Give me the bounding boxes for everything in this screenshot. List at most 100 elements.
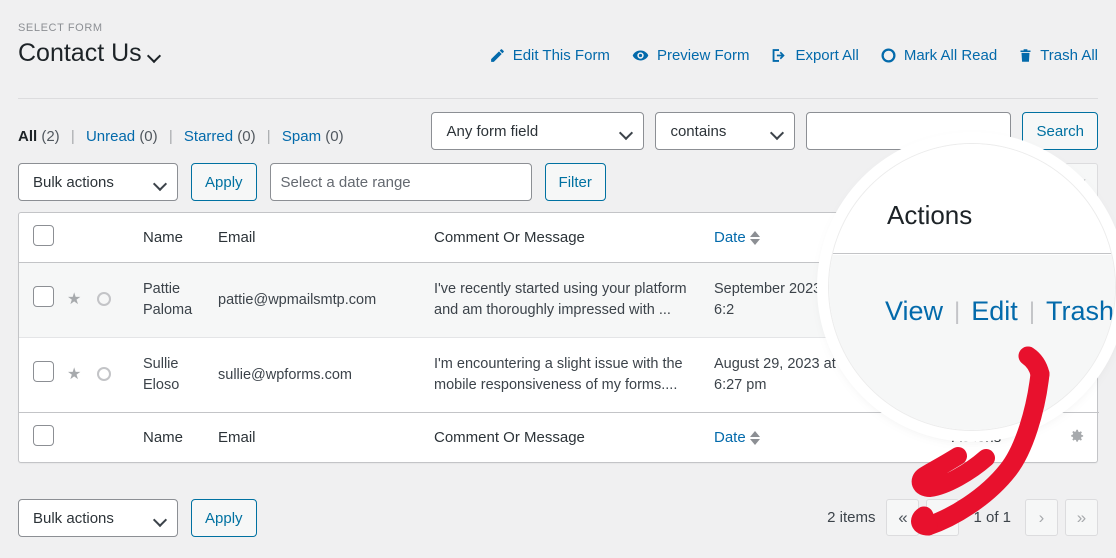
star-icon[interactable]: ★ (67, 291, 81, 308)
row-action-links: View | Edit | Trash (885, 296, 1114, 327)
bulk-actions-row-top: Bulk actions Apply Filter (18, 163, 606, 201)
last-page-button[interactable]: » (1065, 499, 1098, 536)
first-page-button[interactable]: « (886, 499, 920, 536)
name-header: Name (143, 229, 184, 246)
trash-all-label: Trash All (1040, 46, 1098, 64)
date-header-label: Date (714, 229, 746, 246)
select-all-header (19, 213, 67, 263)
unread-circle-icon[interactable] (97, 367, 112, 382)
select-all-footer (19, 413, 67, 463)
bulk-actions-row-bottom: Bulk actions Apply (18, 499, 257, 537)
magnifier-row-area (829, 255, 1115, 430)
magnifier-header-band (829, 144, 1115, 254)
flags-footer (67, 413, 143, 463)
pencil-icon (489, 47, 506, 64)
select-all-checkbox[interactable] (33, 225, 54, 246)
form-selector[interactable]: Contact Us (18, 39, 160, 68)
export-all-label: Export All (795, 46, 859, 64)
row-flags-cell: ★ (67, 263, 143, 338)
mark-all-read-label: Mark All Read (903, 46, 998, 64)
row-checkbox[interactable] (33, 286, 54, 307)
select-form-label: SELECT FORM (18, 22, 103, 34)
status-link-all[interactable]: All (2) (18, 128, 60, 145)
pagination-bottom: 2 items « ‹ 1 of 1 › » (827, 499, 1098, 536)
name-footer: Name (143, 429, 184, 447)
email-header: Email (218, 229, 256, 246)
eye-icon (631, 47, 650, 64)
search-operator-select[interactable]: contains (655, 112, 796, 150)
mark-all-read-link[interactable]: Mark All Read (880, 47, 997, 64)
status-link-starred[interactable]: Starred (0) (184, 128, 256, 145)
magnifier-actions-header: Actions (887, 200, 973, 230)
trash-link[interactable]: Trash (1046, 296, 1114, 327)
row-email: sullie@wpforms.com (218, 366, 352, 383)
status-separator-1: | (70, 128, 75, 145)
row-name: Sullie Eloso (143, 356, 180, 394)
search-operator-value: contains (670, 122, 727, 140)
bulk-actions-select-top[interactable]: Bulk actions (18, 163, 178, 201)
status-filter-links: All (2) | Unread (0) | Starred (0) | Spa… (18, 128, 344, 145)
row-checkbox[interactable] (33, 361, 54, 383)
trash-all-link[interactable]: Trash All (1018, 47, 1098, 64)
search-field-value: Any form field (446, 122, 539, 140)
action-separator-1: | (954, 297, 961, 325)
actions-footer-label: Actions (951, 429, 1002, 447)
action-separator-2: | (1028, 297, 1036, 325)
gear-icon[interactable] (1070, 428, 1085, 447)
magnifier-callout: Actions View | Edit | Trash (828, 143, 1116, 431)
sort-arrows-icon (749, 430, 760, 445)
row-select-cell (19, 263, 67, 338)
star-icon[interactable]: ★ (67, 366, 81, 383)
edit-this-form-link[interactable]: Edit This Form (489, 47, 610, 64)
status-separator-3: | (266, 128, 271, 145)
bulk-actions-value: Bulk actions (33, 173, 114, 191)
email-footer: Email (218, 429, 256, 447)
unread-circle-icon[interactable] (97, 292, 112, 307)
preview-form-label: Preview Form (656, 46, 750, 64)
row-message: I've recently started using your platfor… (434, 281, 687, 319)
chevron-down-icon (771, 128, 782, 135)
page-indicator: 1 of 1 (973, 509, 1011, 526)
export-icon (770, 47, 788, 64)
header-actions: Edit This Form Preview Form Export All M… (489, 47, 1098, 68)
message-header: Comment Or Message (434, 229, 585, 246)
chevron-down-icon (620, 128, 631, 135)
status-separator-2: | (168, 128, 173, 145)
magnifier-content: Actions View | Edit | Trash (829, 144, 1115, 430)
prev-page-button[interactable]: ‹ (926, 499, 960, 536)
chevron-down-icon (154, 515, 165, 522)
edit-this-form-label: Edit This Form (512, 46, 610, 64)
items-count-bottom: 2 items (827, 509, 876, 526)
message-footer: Comment Or Message (434, 429, 585, 447)
apply-button-top[interactable]: Apply (191, 163, 257, 201)
view-link[interactable]: View (885, 296, 943, 327)
status-link-unread[interactable]: Unread (0) (86, 128, 158, 145)
status-link-spam[interactable]: Spam (0) (282, 128, 344, 145)
edit-link[interactable]: Edit (971, 296, 1018, 327)
sort-arrows-icon (749, 230, 760, 245)
row-select-cell (19, 338, 67, 413)
date-range-input[interactable] (269, 163, 532, 201)
flags-header (67, 213, 143, 263)
search-field-select[interactable]: Any form field (431, 112, 645, 150)
header-divider (18, 98, 1098, 99)
filter-button[interactable]: Filter (544, 163, 606, 201)
date-footer-label: Date (714, 429, 746, 447)
trash-icon (1018, 47, 1033, 64)
circle-icon (880, 47, 897, 64)
preview-form-link[interactable]: Preview Form (631, 46, 750, 64)
bulk-actions-value-bottom: Bulk actions (33, 509, 114, 527)
page-title: Contact Us (18, 39, 142, 67)
apply-button-bottom[interactable]: Apply (191, 499, 257, 537)
export-all-link[interactable]: Export All (770, 46, 859, 64)
row-flags-cell: ★ (67, 338, 143, 413)
row-email: pattie@wpmailsmtp.com (218, 291, 377, 308)
bulk-actions-select-bottom[interactable]: Bulk actions (18, 499, 178, 537)
select-all-checkbox-footer[interactable] (33, 425, 54, 447)
chevron-down-icon (154, 179, 165, 186)
page-header: SELECT FORM Contact Us Edit This Form Pr… (18, 22, 1098, 68)
chevron-down-icon (149, 50, 160, 61)
entries-page: SELECT FORM Contact Us Edit This Form Pr… (0, 0, 1116, 558)
next-page-button[interactable]: › (1025, 499, 1058, 536)
row-message: I'm encountering a slight issue with the… (434, 356, 683, 394)
